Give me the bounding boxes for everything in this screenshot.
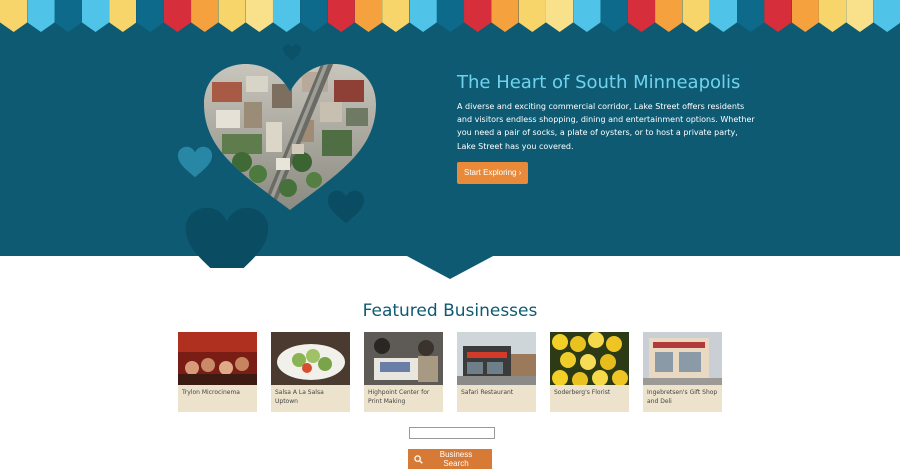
bunting-pennant [163,0,192,32]
business-card-soderberg[interactable]: Soderberg's Florist [550,332,629,412]
highpoint-photo [364,332,443,385]
bunting-pennant [600,0,628,32]
bunting-pennant [136,0,164,32]
salsa-photo [271,332,350,385]
bunting-banner [0,0,900,32]
decor-heart-icon [282,44,302,61]
soderberg-photo [550,332,629,385]
bunting-pennant [709,0,738,32]
business-search-label: Business Search [439,450,473,468]
business-card-ingebretsen[interactable]: Ingebretsen's Gift Shop and Deli [643,332,722,412]
hero-banner [0,0,900,256]
bunting-pennant [545,0,574,32]
bunting-pennant [382,0,410,32]
business-search-input[interactable] [409,427,495,439]
bunting-pennant [655,0,683,32]
business-name: Trylon Microcinema [182,389,240,396]
bunting-pennant [818,0,847,32]
business-name: Soderberg's Florist [554,389,611,396]
bunting-pennant [464,0,492,32]
bunting-pennant [109,0,137,32]
featured-business-list: Trylon Microcinema Salsa A La Salsa Upto… [178,332,724,414]
bunting-pennant [300,0,328,32]
bunting-pennant [573,0,601,32]
bunting-pennant [491,0,519,32]
business-card-highpoint[interactable]: Highpoint Center for Print Making [364,332,443,412]
business-card-safari[interactable]: Safari Restaurant [457,332,536,412]
business-name: Ingebretsen's Gift Shop and Deli [647,389,718,405]
business-card-salsa[interactable]: Salsa A La Salsa Uptown [271,332,350,412]
bunting-pennant [327,0,355,32]
city-aerial-photo-heart [202,62,378,212]
business-name: Highpoint Center for Print Making [368,389,430,405]
bunting-pennant [245,0,273,32]
bunting-pennant [409,0,437,32]
hero-title: The Heart of South Minneapolis [457,72,741,93]
decor-heart-icon [184,206,270,268]
bunting-pennant [27,0,55,32]
bunting-pennant [54,0,82,32]
ingebretsen-photo [643,332,722,385]
bunting-pennant [764,0,792,32]
bunting-pennant [737,0,765,32]
bunting-pennant [191,0,219,32]
business-name: Salsa A La Salsa Uptown [275,389,324,405]
bunting-pennant [627,0,656,32]
bunting-pennant [846,0,874,32]
featured-businesses-title: Featured Businesses [362,301,538,321]
bunting-pennant [518,0,546,32]
start-exploring-button[interactable]: Start Exploring › [457,162,529,184]
trylon-photo [178,332,257,385]
bunting-pennant [81,0,110,32]
business-search-button[interactable]: Business Search [408,449,492,469]
bunting-pennant [354,0,383,32]
bunting-pennant [218,0,246,32]
business-name: Safari Restaurant [461,389,514,396]
safari-photo [457,332,536,385]
bunting-pennant [791,0,819,32]
hero-notch [405,255,495,279]
business-card-trylon[interactable]: Trylon Microcinema [178,332,257,412]
hero-description: A diverse and exciting commercial corrid… [457,102,755,151]
bunting-pennant [272,0,301,32]
bunting-pennant [0,0,28,32]
bunting-pennant [873,0,900,32]
search-icon [414,454,423,464]
bunting-pennant [682,0,710,32]
bunting-pennant [436,0,465,32]
